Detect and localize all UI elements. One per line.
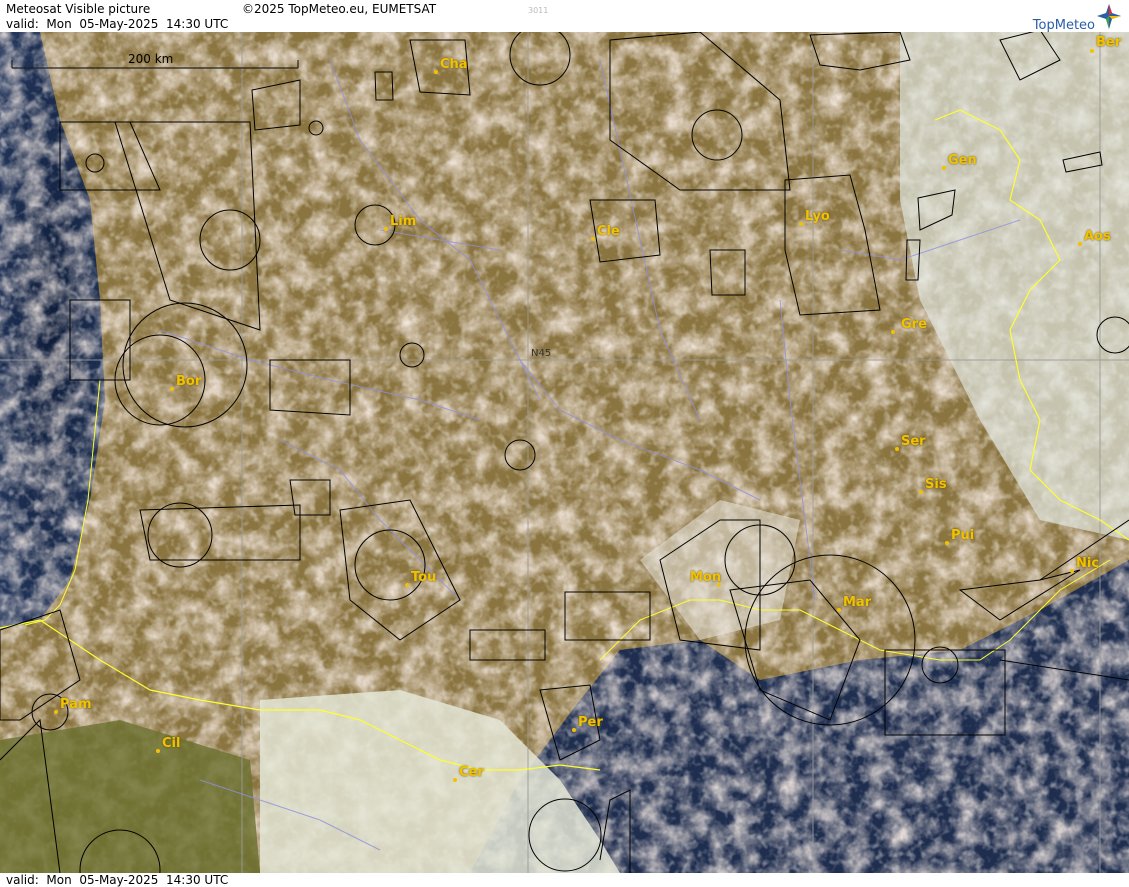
city-marker bbox=[799, 222, 803, 226]
city-label[interactable]: Ser bbox=[901, 434, 926, 449]
city-label[interactable]: Gre bbox=[901, 317, 927, 332]
city-label[interactable]: Pui bbox=[951, 528, 974, 543]
copyright-text: ©2025 TopMeteo.eu, EUMETSAT bbox=[242, 2, 437, 16]
city-marker bbox=[405, 583, 409, 587]
city-label[interactable]: Cha bbox=[440, 57, 468, 72]
city-label[interactable]: Gen bbox=[948, 153, 977, 168]
city-label[interactable]: Sis bbox=[925, 477, 947, 492]
city-marker bbox=[54, 710, 58, 714]
scale-label: 200 km bbox=[128, 52, 174, 66]
latitude-label: N45 bbox=[531, 348, 552, 359]
city-marker bbox=[453, 778, 457, 782]
city-label[interactable]: Pam bbox=[60, 697, 92, 712]
footer-bar: valid: Mon 05-May-2025 14:30 UTC bbox=[0, 873, 1129, 887]
city-marker bbox=[891, 330, 895, 334]
city-label[interactable]: Ber bbox=[1096, 35, 1121, 50]
city-marker bbox=[895, 447, 899, 451]
city-marker bbox=[591, 237, 595, 241]
city-marker bbox=[1078, 242, 1082, 246]
city-marker bbox=[945, 541, 949, 545]
city-marker bbox=[1090, 49, 1094, 53]
city-label[interactable]: Bor bbox=[176, 374, 201, 389]
city-marker bbox=[942, 166, 946, 170]
city-label[interactable]: Aos bbox=[1084, 229, 1111, 244]
city-label[interactable]: Cil bbox=[162, 736, 180, 751]
image-code: 3011 bbox=[528, 6, 549, 15]
city-marker bbox=[919, 490, 923, 494]
logo-text: TopMeteo bbox=[1032, 18, 1095, 33]
topmeteo-logo[interactable]: TopMeteo bbox=[1005, 2, 1123, 33]
city-label[interactable]: Per bbox=[578, 715, 603, 730]
product-title: Meteosat Visible picture bbox=[6, 2, 151, 16]
satellite-map[interactable]: 200 km N45 Cha Ber Gen Lim Cle Lyo Aos G… bbox=[0, 32, 1129, 873]
city-marker bbox=[572, 728, 576, 732]
city-marker bbox=[434, 70, 438, 74]
city-marker bbox=[170, 387, 174, 391]
city-marker bbox=[156, 749, 160, 753]
city-label[interactable]: Tou bbox=[411, 570, 436, 585]
city-label[interactable]: Nic bbox=[1076, 556, 1099, 571]
city-marker bbox=[384, 227, 388, 231]
city-marker bbox=[837, 608, 841, 612]
city-marker bbox=[1070, 569, 1074, 573]
city-label[interactable]: Cle bbox=[597, 224, 620, 239]
city-label[interactable]: Cer bbox=[459, 765, 484, 780]
city-label[interactable]: Mar bbox=[843, 595, 871, 610]
footer-valid-time: valid: Mon 05-May-2025 14:30 UTC bbox=[6, 873, 229, 887]
header-bar: Meteosat Visible picture ©2025 TopMeteo.… bbox=[0, 0, 1129, 33]
city-label[interactable]: Lyo bbox=[805, 209, 830, 224]
valid-time: valid: Mon 05-May-2025 14:30 UTC bbox=[6, 17, 229, 31]
city-label[interactable]: Lim bbox=[390, 214, 416, 229]
city-marker bbox=[717, 583, 721, 587]
